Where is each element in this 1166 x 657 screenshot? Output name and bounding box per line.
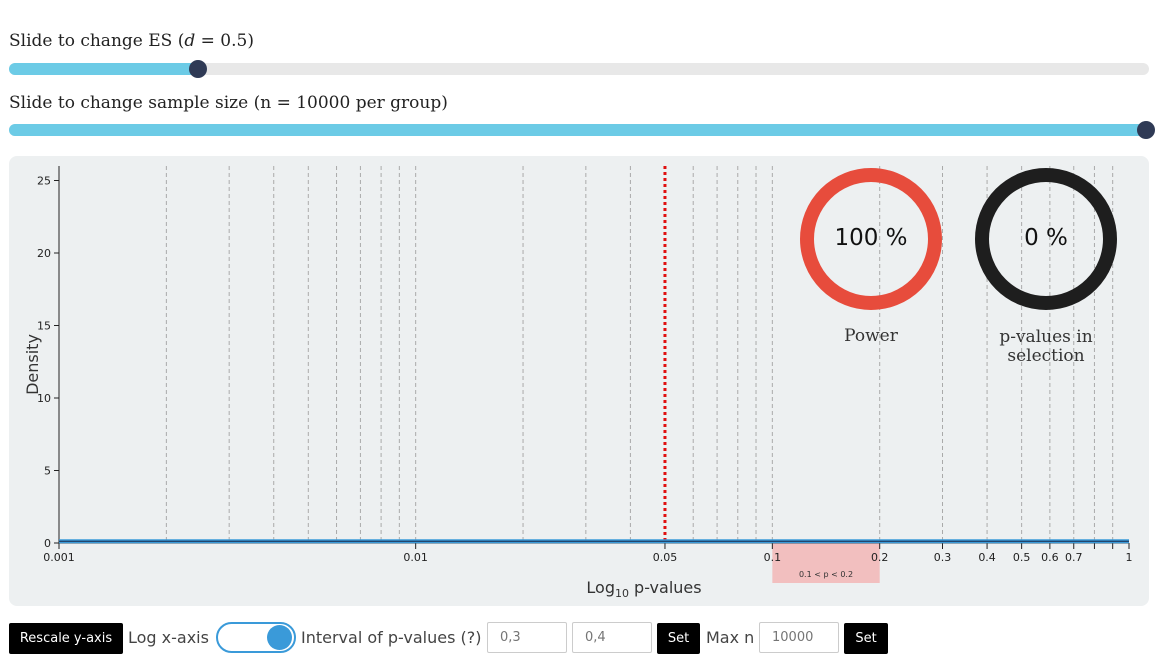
log-x-axis-label: Log x-axis bbox=[128, 628, 209, 647]
chart-panel: 0.1 < p < 0.2 0 5 10 15 20 25 Density 0.001 0.01 0… bbox=[9, 156, 1149, 606]
y-tick-label: 15 bbox=[37, 320, 51, 333]
es-label-var: d bbox=[184, 31, 196, 51]
x-tick-label: 0.05 bbox=[653, 551, 678, 564]
controls-bar: Rescale y-axis Log x-axis Interval of p-… bbox=[9, 622, 1159, 655]
power-label: Power bbox=[844, 326, 898, 346]
log-x-axis-toggle[interactable] bbox=[216, 622, 296, 653]
es-slider-track[interactable] bbox=[9, 60, 1149, 78]
x-tick-label: 0.001 bbox=[43, 551, 75, 564]
x-tick-label: 0.1 bbox=[764, 551, 782, 564]
selection-label-line2: selection bbox=[1007, 346, 1085, 366]
max-n-input[interactable] bbox=[759, 622, 839, 653]
es-label-prefix: Slide to change ES ( bbox=[9, 31, 185, 51]
es-slider-label: Slide to change ES (d = 0.5) bbox=[9, 31, 254, 51]
x-tick-label: 0.5 bbox=[1013, 551, 1031, 564]
selection-value: 0 % bbox=[1024, 225, 1068, 251]
n-slider-label: Slide to change sample size (n = 10000 p… bbox=[9, 93, 448, 113]
es-label-suffix: = 0.5) bbox=[195, 31, 254, 51]
x-tick-label: 1 bbox=[1126, 551, 1133, 564]
selection-label: p-values in selection bbox=[963, 328, 1129, 366]
n-slider-track[interactable] bbox=[9, 121, 1155, 139]
max-n-label: Max n bbox=[706, 628, 755, 647]
interval-high-input[interactable] bbox=[572, 622, 652, 653]
y-tick-label: 20 bbox=[37, 247, 51, 260]
interval-label: Interval of p-values (?) bbox=[301, 628, 482, 647]
x-tick-label: 0.7 bbox=[1065, 551, 1083, 564]
interval-low-input[interactable] bbox=[487, 622, 567, 653]
n-slider-fill bbox=[9, 124, 1149, 136]
x-tick-label: 0.2 bbox=[871, 551, 889, 564]
selection-label-line1: p-values in bbox=[999, 327, 1093, 347]
y-tick-label: 25 bbox=[37, 175, 51, 188]
y-tick-label: 0 bbox=[44, 537, 51, 550]
y-axis-label: Density bbox=[23, 334, 42, 395]
x-tick-label: 0.01 bbox=[403, 551, 428, 564]
power-value: 100 % bbox=[834, 225, 908, 251]
toggle-knob bbox=[267, 625, 292, 650]
es-slider-handle[interactable] bbox=[189, 60, 208, 78]
set-interval-button[interactable]: Set bbox=[657, 623, 700, 654]
rescale-y-axis-button[interactable]: Rescale y-axis bbox=[9, 623, 123, 654]
n-slider-handle[interactable] bbox=[1137, 121, 1155, 139]
es-slider-fill bbox=[9, 63, 199, 75]
set-max-n-button[interactable]: Set bbox=[844, 623, 888, 654]
y-tick-label: 5 bbox=[44, 465, 51, 478]
x-tick-label: 0.4 bbox=[978, 551, 996, 564]
x-tick-label: 0.3 bbox=[934, 551, 952, 564]
x-tick-label: 0.6 bbox=[1041, 551, 1059, 564]
selection-band-label: 0.1 < p < 0.2 bbox=[799, 570, 853, 579]
x-axis-label: Log10 p-values bbox=[586, 578, 701, 600]
